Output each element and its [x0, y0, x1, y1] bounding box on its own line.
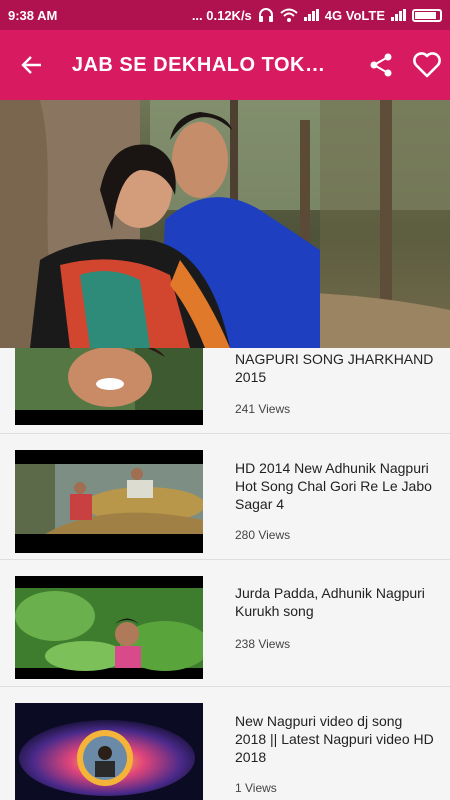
video-thumbnail[interactable]: [15, 703, 203, 800]
list-item[interactable]: New Nagpuri video dj song 2018 || Latest…: [0, 687, 450, 800]
video-frame: [0, 100, 450, 348]
favorite-button[interactable]: [404, 30, 450, 100]
status-bar: 9:38 AM ... 0.12K/s 4G VoLTE: [0, 0, 450, 30]
arrow-back-icon: [21, 56, 41, 74]
page-title: JAB SE DEKHALO TOKE ...: [71, 53, 337, 76]
video-player[interactable]: [0, 100, 450, 348]
video-title: HD 2014 New Adhunik Nagpuri Hot Song Cha…: [235, 460, 432, 512]
headphones-icon: [258, 8, 273, 22]
signal-icon-2: [391, 9, 406, 21]
video-title: New Nagpuri video dj song 2018 || Latest…: [235, 713, 434, 765]
list-item[interactable]: NAGPURI SONG JHARKHAND 2015 241 Views: [0, 348, 450, 434]
video-thumbnail[interactable]: [15, 348, 203, 425]
view-count: 238 Views: [235, 637, 291, 651]
network-type: 4G VoLTE: [324, 7, 385, 23]
battery-icon: [412, 8, 442, 22]
heart-outline-icon: [413, 52, 441, 78]
video-info: New Nagpuri video dj song 2018 || Latest…: [235, 712, 435, 766]
video-thumbnail[interactable]: [15, 450, 203, 553]
related-videos-list: NAGPURI SONG JHARKHAND 2015 241 Views HD…: [0, 348, 450, 800]
signal-icon: [303, 9, 319, 21]
video-info: Jurda Padda, Adhunik Nagpuri Kurukh song: [235, 584, 435, 620]
thumbnail-image: [15, 450, 203, 553]
share-icon: [370, 53, 392, 77]
thumbnail-image: [15, 348, 203, 425]
wifi-icon: [280, 8, 298, 22]
view-count: 1 Views: [235, 781, 277, 795]
app-bar: JAB SE DEKHALO TOKE ...: [0, 30, 450, 100]
view-count: 241 Views: [235, 402, 291, 416]
status-indicators: ... 0.12K/s 4G VoLTE: [192, 8, 442, 23]
share-button[interactable]: [358, 30, 404, 100]
video-info: HD 2014 New Adhunik Nagpuri Hot Song Cha…: [235, 459, 435, 513]
network-speed: ... 0.12K/s: [191, 7, 252, 23]
list-item[interactable]: Jurda Padda, Adhunik Nagpuri Kurukh song…: [0, 560, 450, 687]
view-count: 280 Views: [235, 528, 291, 542]
list-item[interactable]: HD 2014 New Adhunik Nagpuri Hot Song Cha…: [0, 434, 450, 560]
status-time: 9:38 AM: [8, 7, 58, 23]
thumbnail-image: [15, 576, 203, 679]
video-info: NAGPURI SONG JHARKHAND 2015: [235, 350, 435, 386]
back-button[interactable]: [0, 30, 64, 100]
video-thumbnail[interactable]: [15, 576, 203, 679]
video-title: NAGPURI SONG JHARKHAND 2015: [235, 351, 434, 385]
video-title: Jurda Padda, Adhunik Nagpuri Kurukh song: [235, 585, 425, 619]
thumbnail-image: [15, 703, 203, 800]
